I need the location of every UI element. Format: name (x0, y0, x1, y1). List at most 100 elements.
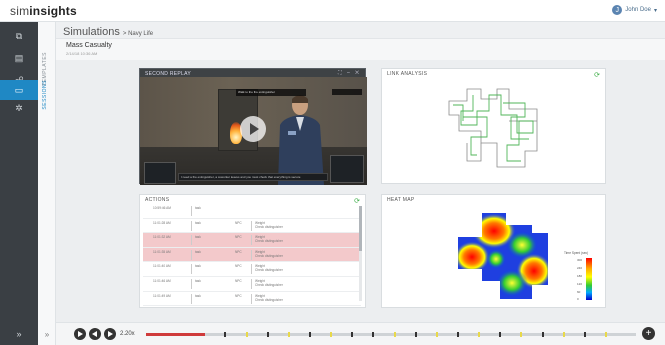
sidebar: ⧉ ▤ ☍ ▭ ✲ » (0, 22, 38, 345)
action-desc: Weight Check distinguisher (255, 235, 283, 244)
replay-minimap (330, 155, 364, 183)
clipboard-icon: ⧉ (15, 30, 23, 41)
timeline-marker[interactable] (541, 332, 544, 337)
action-desc: Weight Check distinguisher (255, 249, 283, 258)
gear-icon: ✲ (15, 102, 23, 113)
list-item[interactable]: 11:01:46 AM task NPC Weight Check distingui… (143, 277, 361, 292)
sessions-icon: ▭ (14, 84, 24, 95)
sidebar-item-sessions[interactable]: ▭ (0, 80, 38, 100)
action-time: 11:01:49 AM (153, 293, 171, 298)
timeline-marker[interactable] (478, 332, 481, 337)
action-cat: NPC (235, 249, 242, 254)
timeline-progress (146, 333, 205, 336)
sidebar-expand-button[interactable]: » (0, 323, 38, 345)
action-who: task (195, 293, 201, 298)
play-button[interactable] (74, 328, 86, 340)
action-time: 10:59:46 AM (153, 206, 171, 210)
add-button[interactable]: + (642, 327, 655, 340)
user-name: John Doe (625, 7, 651, 13)
document-icon: ▤ (14, 52, 24, 63)
breadcrumb-simulations[interactable]: Simulations (63, 26, 120, 38)
timeline-track[interactable] (146, 332, 636, 337)
playback-speed[interactable]: 2.20x (120, 331, 135, 337)
session-header: Mass Casualty 2/14/18 10:36 AM (56, 38, 665, 60)
timeline-marker[interactable] (224, 332, 227, 337)
logo-light: sim (10, 3, 30, 18)
replay-window-controls[interactable]: ⛶ ‒ ✕ (338, 70, 361, 76)
timeline-marker[interactable] (266, 332, 269, 337)
user-menu[interactable]: J John Doe ▾ (612, 5, 657, 15)
timeline-marker[interactable] (393, 332, 396, 337)
timeline-marker[interactable] (583, 332, 586, 337)
timeline-marker[interactable] (499, 332, 502, 337)
chevron-down-icon: ▾ (653, 7, 657, 14)
strip-expand-button[interactable]: » (38, 323, 56, 345)
rewind-button[interactable] (89, 328, 101, 340)
heat-map-panel: HEAT MAP Time Spent (sec) 300 240 180 12… (381, 194, 606, 308)
timeline-marker[interactable] (351, 332, 354, 337)
replay-minipanel-left (144, 162, 176, 184)
action-cat: NPC (235, 220, 242, 225)
legend-color-bar (586, 258, 592, 300)
double-chevron-right-icon: » (16, 329, 22, 339)
action-desc: Weight Check distinguisher (255, 264, 283, 273)
action-who: task (195, 249, 201, 254)
timeline-marker[interactable] (330, 332, 333, 337)
replay-subtitle: I need a fire extinguisher, a coworker l… (178, 173, 328, 181)
action-who: task (195, 278, 201, 283)
timeline-marker[interactable] (562, 332, 565, 337)
link-analysis-map (448, 88, 538, 168)
timeline-marker[interactable] (372, 332, 375, 337)
action-who: task (195, 206, 201, 210)
action-who: task (195, 220, 201, 225)
logo-bold: insights (29, 3, 77, 18)
action-desc: Weight Check distinguisher (255, 278, 283, 287)
legend-tick: 180 (577, 274, 583, 278)
list-item[interactable]: 11:01:32 AM task NPC Weight Check distingui… (143, 233, 361, 248)
playback-bar: 2.20x + (56, 322, 665, 345)
play-icon[interactable] (240, 116, 266, 142)
replay-title: SECOND REPLAY (145, 71, 192, 77)
session-date: 2/14/18 10:36 AM (66, 51, 98, 56)
logo: siminsights (10, 4, 77, 18)
replay-hint: Walk to the fire extinguisher (236, 89, 306, 96)
list-item[interactable]: 10:59:46 AM task (143, 204, 361, 219)
legend-tick: 120 (577, 282, 583, 286)
refresh-icon[interactable]: ⟳ (594, 71, 600, 79)
action-cat: NPC (235, 264, 242, 269)
tab-sessions[interactable]: SESSIONS (42, 80, 48, 110)
heat-map-title: HEAT MAP (387, 197, 415, 203)
timeline-marker[interactable] (605, 332, 608, 337)
actions-list: 10:59:46 AM task 11:01:28 AM task NPC Weight… (143, 204, 361, 307)
legend-tick: 0 (577, 297, 579, 301)
sidebar-item-clipboard[interactable]: ⧉ (0, 26, 38, 46)
timeline-marker[interactable] (414, 332, 417, 337)
timeline-marker[interactable] (520, 332, 523, 337)
list-item[interactable]: 11:01:40 AM task NPC Weight Check distingui… (143, 262, 361, 277)
actions-scrollbar[interactable] (359, 206, 362, 301)
avatar: J (612, 5, 623, 15)
list-item[interactable]: 11:01:28 AM task NPC Weight Check distingui… (143, 219, 361, 234)
list-item[interactable]: 11:01:49 AM task NPC Weight Check distingui… (143, 292, 361, 307)
action-time: 11:01:28 AM (153, 220, 171, 225)
timeline-marker[interactable] (287, 332, 290, 337)
timeline-marker[interactable] (308, 332, 311, 337)
sidebar-item-settings[interactable]: ✲ (0, 98, 38, 118)
list-item[interactable]: 11:01:35 AM task NPC Weight Check distingui… (143, 247, 361, 263)
actions-panel: ACTIONS ⟳ 10:59:46 AM task 11:01:28 AM tas… (139, 194, 366, 308)
sailor-character (278, 95, 324, 185)
timeline-marker[interactable] (435, 332, 438, 337)
legend-tick: 300 (577, 258, 583, 262)
action-cat: NPC (235, 235, 242, 240)
breadcrumb-navy-life[interactable]: > Navy Life (123, 31, 153, 37)
heat-map-graphic (458, 213, 548, 299)
forward-button[interactable] (104, 328, 116, 340)
scrollbar-thumb[interactable] (359, 206, 362, 251)
double-chevron-right-icon: » (44, 329, 50, 339)
sidebar-item-document[interactable]: ▤ (0, 48, 38, 68)
action-time: 11:01:46 AM (153, 278, 171, 283)
breadcrumb: Simulations > Navy Life (63, 26, 153, 38)
timeline-marker[interactable] (245, 332, 248, 337)
top-bar: siminsights J John Doe ▾ (0, 0, 665, 22)
timeline-marker[interactable] (457, 332, 460, 337)
